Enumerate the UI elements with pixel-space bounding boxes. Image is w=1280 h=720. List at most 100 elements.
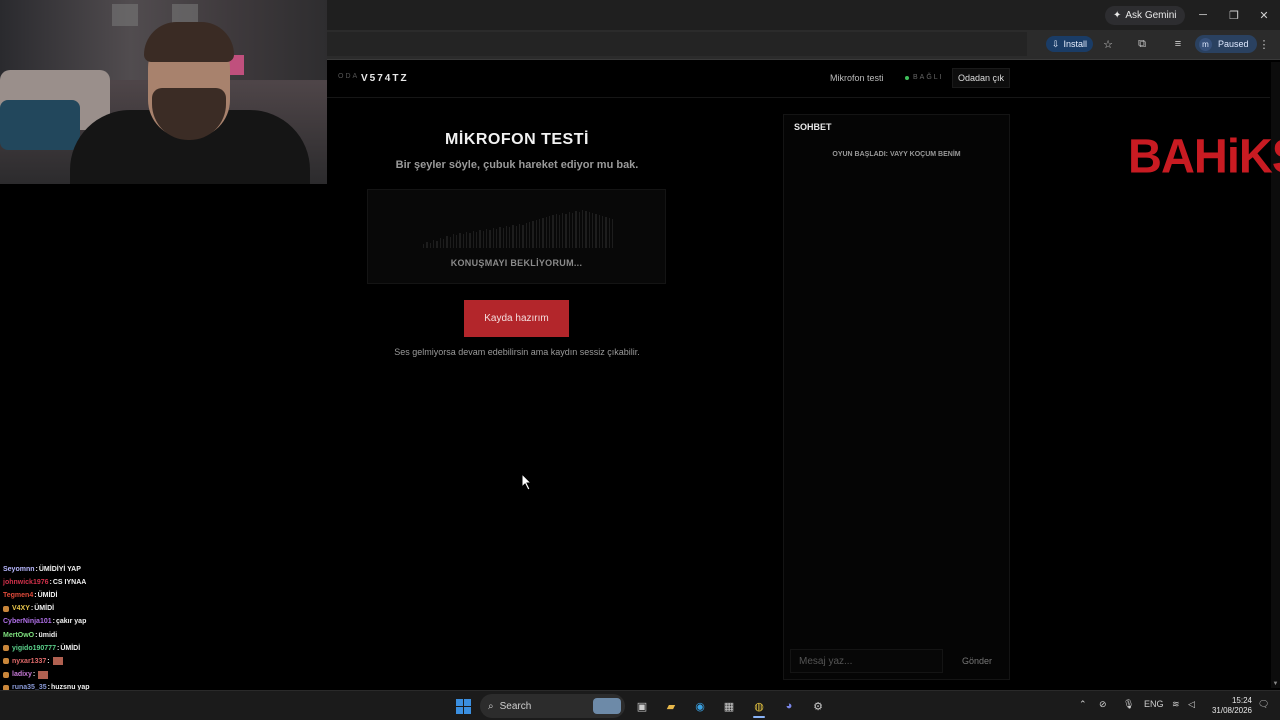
user-badge-icon [3,605,9,612]
volume-icon[interactable]: ◁ [1188,699,1195,710]
start-button[interactable] [455,698,471,714]
meter-bar [479,230,481,248]
taskbar-search[interactable]: ⌕ Search [480,694,625,718]
minimize-icon[interactable]: ─ [1194,6,1212,24]
profile-button[interactable]: m Paused [1195,35,1257,53]
meter-bar [436,241,438,248]
wifi-icon[interactable]: ≋ [1172,699,1180,710]
tray-overflow-icon[interactable]: ⌃ [1079,699,1087,710]
meter-bar [562,213,564,248]
meter-status: KONUŞMAYI BEKLİYORUM... [450,258,583,268]
stream-chat-separator: : [52,618,55,626]
room-code: V574TZ [361,73,409,84]
meter-bar [545,217,547,248]
tray-network-off-icon[interactable]: ⊘ [1099,699,1107,710]
stream-chat-username: Tegmen4 [3,591,34,599]
language-indicator[interactable]: ENG [1144,699,1164,709]
active-app-indicator [753,716,765,718]
meter-bar [515,226,518,248]
meter-bar [558,215,561,248]
media-controls-icon[interactable]: ≡ [1170,36,1186,52]
task-view-icon[interactable]: ▣ [634,698,650,714]
mic-level-meter: KONUŞMAYI BEKLİYORUM... [367,189,666,284]
meter-bar [449,237,451,248]
meter-bar [499,227,501,248]
stream-chat-line: ladixy : [3,669,49,681]
stream-chat-text: çakır yap [55,618,87,626]
streamer-logo: BAHiKS [1128,128,1280,183]
meter-bar [489,230,491,248]
chat-send-button[interactable]: Gönder [949,649,1005,673]
meter-bar [535,220,537,248]
meter-bar [585,211,587,248]
emote-icon [52,657,63,666]
meter-bar [492,228,494,248]
leave-room-button[interactable]: Odadan çık [952,68,1010,88]
meter-bar [595,214,597,248]
install-app-button[interactable]: ⇩ Install [1046,36,1094,52]
user-badge-icon [3,645,9,652]
meter-bar [529,222,531,248]
scroll-down-icon[interactable]: ▼ [1271,680,1280,688]
discord-icon[interactable]: ◕ [781,698,797,714]
meter-bars [423,210,614,248]
connection-status: BAĞLI [905,74,944,81]
sparkle-icon: ✦ [1113,10,1122,21]
app-icon[interactable]: ⚙ [810,698,826,714]
meter-bar [591,213,594,248]
chat-system-message: OYUN BAŞLADI: VAYY KOÇUM BENİM [832,151,961,158]
browser-menu-icon[interactable]: ⋮ [1256,36,1272,52]
stream-chat-line: johnwick1976 : CS IYNAA [3,576,86,588]
chat-message-input[interactable]: Mesaj yaz... [790,649,943,673]
meter-bar [532,221,534,248]
screen: ✦ Ask Gemini ─ ❐ ✕ ⇩ Install ☆ ⧉ ≡ m Pau… [0,0,1280,720]
stream-chat-line: Seyomnn : ÜMİDİYİ YAP [3,563,81,575]
close-window-icon[interactable]: ✕ [1255,6,1273,24]
stream-chat-separator: : [35,565,38,573]
meter-bar [505,226,508,248]
meter-bar [538,219,541,248]
ask-gemini-label: Ask Gemini [1125,10,1177,21]
chrome-icon[interactable]: ◍ [751,698,767,714]
meter-bar [608,218,610,248]
system-clock[interactable]: 15:24 31/08/2026 [1206,696,1252,716]
meter-bar [598,215,600,248]
user-badge-icon [3,671,9,678]
meter-bar [426,242,428,248]
taskbar-search-label: Search [499,700,532,712]
mic-test-title: MİKROFON TESTİ [445,131,589,148]
meter-bar [456,235,458,248]
extensions-icon[interactable]: ⧉ [1134,36,1150,52]
ask-gemini-button[interactable]: ✦ Ask Gemini [1105,6,1185,25]
meter-bar [548,216,551,248]
stream-chat-username: ladixy [12,671,32,679]
stream-chat-separator: : [47,657,50,665]
page-header [327,62,1270,98]
notifications-icon[interactable]: 🗨 [1258,699,1269,710]
file-explorer-icon[interactable]: ▰ [663,698,679,714]
chat-panel: SOHBET OYUN BAŞLADI: VAYY KOÇUM BENİM Me… [783,114,1010,680]
meter-bar [439,238,441,248]
microsoft-store-icon[interactable]: ▦ [721,698,737,714]
edge-browser-icon[interactable]: ◉ [692,698,708,714]
clock-time: 15:24 [1231,696,1252,705]
stream-chat-separator: : [35,631,38,639]
address-bar[interactable] [327,32,1027,56]
mouse-cursor-icon [521,473,533,491]
bookmark-star-icon[interactable]: ☆ [1100,36,1116,52]
stream-chat-text: ÜMİDİ [37,591,58,599]
ready-to-record-button[interactable]: Kayda hazırım [464,300,569,337]
stream-chat-separator: : [56,644,60,652]
webcam-poster [112,4,138,26]
stream-chat-separator: : [34,591,37,599]
meter-bar [476,232,478,248]
windows-logo-icon [455,698,471,714]
meter-bar [472,231,474,248]
nav-mic-test-link[interactable]: Mikrofon testi [830,73,884,83]
meter-bar [525,223,527,248]
restore-icon[interactable]: ❐ [1225,6,1243,24]
meter-bar [462,234,465,248]
mic-test-note: Ses gelmiyorsa devam edebilirsin ama kay… [394,347,640,357]
meter-bar [519,224,521,248]
tray-microphone-icon[interactable]: 🎙 [1123,699,1134,710]
